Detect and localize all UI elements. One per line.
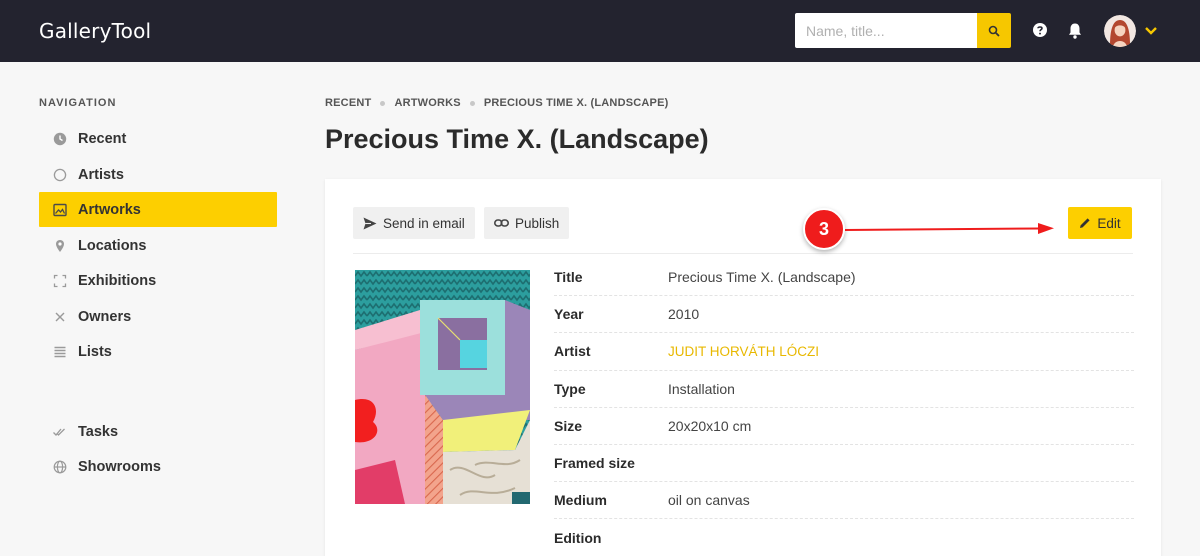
detail-key: Size xyxy=(554,417,583,434)
pencil-icon xyxy=(1080,218,1090,228)
artwork-details: Title Precious Time X. (Landscape) Year … xyxy=(554,259,1134,556)
double-check-icon xyxy=(53,425,67,439)
publish-button[interactable]: Publish xyxy=(484,207,570,239)
sidebar-item-tasks[interactable]: Tasks xyxy=(39,414,277,449)
link-icon xyxy=(494,219,509,227)
breadcrumb-item-artworks[interactable]: ARTWORKS xyxy=(394,97,460,109)
sidebar-heading: NAVIGATION xyxy=(39,97,117,109)
sidebar-item-artworks[interactable]: Artworks xyxy=(39,192,277,227)
search-button[interactable] xyxy=(977,13,1011,48)
detail-value: Precious Time X. (Landscape) xyxy=(668,269,856,286)
detail-key: Edition xyxy=(554,529,602,546)
artist-link[interactable]: JUDIT HORVÁTH LÓCZI xyxy=(668,344,819,359)
location-pin-icon xyxy=(53,239,67,253)
detail-value: Installation xyxy=(668,380,735,397)
sidebar-item-label: Artists xyxy=(78,166,124,183)
sidebar-item-label: Exhibitions xyxy=(78,272,157,289)
step-badge: 3 xyxy=(803,208,845,250)
sidebar-item-label: Owners xyxy=(78,308,132,325)
detail-row-size: Size 20x20x10 cm xyxy=(554,408,1134,445)
send-in-email-label: Send in email xyxy=(383,215,465,231)
detail-value: 20x20x10 cm xyxy=(668,417,752,434)
artwork-image[interactable] xyxy=(355,270,530,504)
send-icon xyxy=(363,217,377,229)
detail-row-year: Year 2010 xyxy=(554,296,1134,334)
sidebar-item-locations[interactable]: Locations xyxy=(39,228,277,263)
top-bar: GalleryTool xyxy=(0,0,1200,62)
breadcrumb-item-recent[interactable]: RECENT xyxy=(325,97,371,109)
app-logo[interactable]: GalleryTool xyxy=(39,19,151,43)
sidebar-item-recent[interactable]: Recent xyxy=(39,121,277,156)
cross-icon xyxy=(53,310,67,324)
detail-row-artist: Artist JUDIT HORVÁTH LÓCZI xyxy=(554,333,1134,371)
detail-row-edition: Edition xyxy=(554,519,1134,556)
detail-row-medium: Medium oil on canvas xyxy=(554,482,1134,520)
detail-key: Artist xyxy=(554,343,591,360)
sidebar-item-label: Tasks xyxy=(78,423,119,440)
sidebar-item-label: Recent xyxy=(78,130,127,147)
detail-key: Year xyxy=(554,306,584,323)
frame-corners-icon xyxy=(53,274,67,288)
sidebar-item-exhibitions[interactable]: Exhibitions xyxy=(39,263,277,298)
sidebar-item-artists[interactable]: Artists xyxy=(39,157,277,192)
detail-key: Type xyxy=(554,380,586,397)
circle-icon xyxy=(53,168,67,182)
breadcrumb-item-current: PRECIOUS TIME X. (LANDSCAPE) xyxy=(483,97,669,109)
sidebar-item-label: Locations xyxy=(78,237,147,254)
page-title: Precious Time X. (Landscape) xyxy=(325,124,709,154)
detail-key: Framed size xyxy=(554,455,635,472)
detail-value: oil on canvas xyxy=(668,492,750,509)
search-icon xyxy=(988,25,1000,37)
bell-icon[interactable] xyxy=(1067,22,1083,40)
sidebar-item-label: Artworks xyxy=(78,201,141,218)
detail-row-title: Title Precious Time X. (Landscape) xyxy=(554,259,1134,297)
help-icon[interactable] xyxy=(1032,22,1048,38)
list-icon xyxy=(53,345,67,359)
detail-row-type: Type Installation xyxy=(554,371,1134,408)
sidebar-item-label: Lists xyxy=(78,343,112,360)
breadcrumb-separator xyxy=(469,100,475,106)
sidebar-item-showrooms[interactable]: Showrooms xyxy=(39,449,277,484)
detail-row-framed-size: Framed size xyxy=(554,445,1134,483)
sidebar-item-owners[interactable]: Owners xyxy=(39,299,277,334)
search-input[interactable] xyxy=(795,13,977,48)
clock-icon xyxy=(53,132,67,146)
breadcrumb-separator xyxy=(380,100,386,106)
sidebar-item-label: Showrooms xyxy=(78,458,161,475)
send-in-email-button[interactable]: Send in email xyxy=(353,207,475,239)
detail-value: 2010 xyxy=(668,306,700,323)
detail-key: Title xyxy=(554,269,583,286)
chevron-down-icon[interactable] xyxy=(1144,26,1158,36)
publish-label: Publish xyxy=(515,215,560,231)
globe-icon xyxy=(53,460,67,474)
arrow-right-icon xyxy=(845,223,1054,234)
edit-label: Edit xyxy=(1097,215,1121,231)
breadcrumb: RECENT ARTWORKS PRECIOUS TIME X. (LANDSC… xyxy=(325,97,668,109)
avatar[interactable] xyxy=(1104,15,1136,47)
edit-button[interactable]: Edit xyxy=(1068,207,1132,239)
detail-key: Medium xyxy=(554,492,607,509)
image-icon xyxy=(53,203,67,217)
sidebar-item-lists[interactable]: Lists xyxy=(39,334,277,369)
divider xyxy=(353,253,1133,254)
